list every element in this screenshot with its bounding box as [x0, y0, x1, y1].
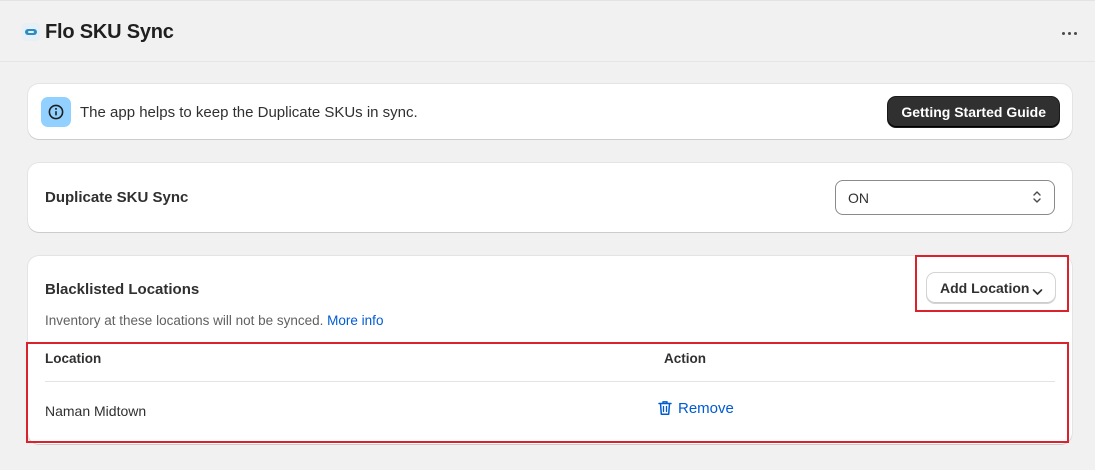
blacklisted-locations-description: Inventory at these locations will not be… — [45, 313, 383, 328]
sync-toggle-select[interactable]: ON — [835, 180, 1055, 215]
remove-location-button[interactable]: Remove — [658, 398, 734, 418]
location-cell: Naman Midtown — [45, 403, 147, 419]
app-logo-icon — [22, 23, 40, 41]
description-text: Inventory at these locations will not be… — [45, 313, 324, 328]
more-info-link[interactable]: More info — [327, 313, 383, 328]
getting-started-guide-button[interactable]: Getting Started Guide — [888, 97, 1059, 127]
banner-text: The app helps to keep the Duplicate SKUs… — [80, 104, 418, 121]
add-location-label: Add Location — [940, 280, 1030, 296]
column-header-location: Location — [45, 351, 102, 366]
app-header: Flo SKU Sync — [0, 0, 1095, 62]
more-actions-button[interactable] — [1055, 21, 1083, 45]
table-divider — [45, 381, 1055, 382]
duplicate-sku-sync-label: Duplicate SKU Sync — [45, 189, 189, 206]
add-location-button[interactable]: Add Location — [927, 273, 1055, 303]
chevron-down-icon — [1032, 283, 1043, 299]
blacklisted-locations-card: Blacklisted Locations Inventory at these… — [28, 256, 1072, 444]
column-header-action: Action — [664, 351, 706, 366]
select-arrows-icon — [1032, 190, 1042, 209]
app-title: Flo SKU Sync — [45, 21, 174, 43]
info-icon — [41, 97, 71, 127]
sync-selected-value: ON — [848, 190, 869, 206]
blacklisted-locations-title: Blacklisted Locations — [45, 281, 200, 298]
trash-icon — [658, 401, 672, 415]
remove-label: Remove — [678, 399, 734, 417]
ellipsis-icon — [1061, 31, 1065, 35]
duplicate-sku-sync-card: Duplicate SKU Sync ON — [28, 163, 1072, 232]
info-banner: The app helps to keep the Duplicate SKUs… — [28, 84, 1072, 139]
